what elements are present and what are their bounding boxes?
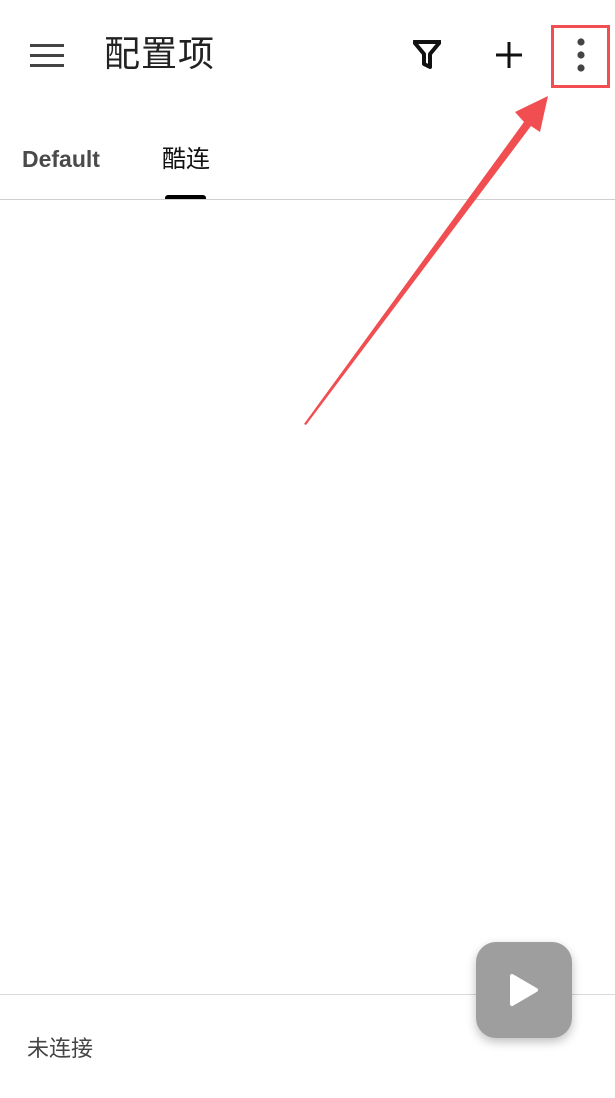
connection-status: 未连接 [27,1037,94,1062]
tab-kulian[interactable]: 酷连 [162,142,210,182]
add-icon [496,42,522,68]
page: 配置项 Default 酷连 未连接 [0,0,615,1098]
menu-icon [30,44,64,67]
add-button[interactable] [484,30,534,80]
connect-fab-button[interactable] [476,942,572,1038]
tab-bar: Default 酷连 [0,112,615,200]
app-bar: 配置项 [0,0,615,112]
highlight-box [551,25,610,88]
page-title: 配置项 [104,34,216,75]
menu-button[interactable] [22,32,72,78]
play-icon [510,974,538,1006]
tab-default[interactable]: Default [22,142,100,182]
filter-button[interactable] [402,30,452,80]
filter-icon [413,40,441,69]
config-list-area [0,200,615,994]
